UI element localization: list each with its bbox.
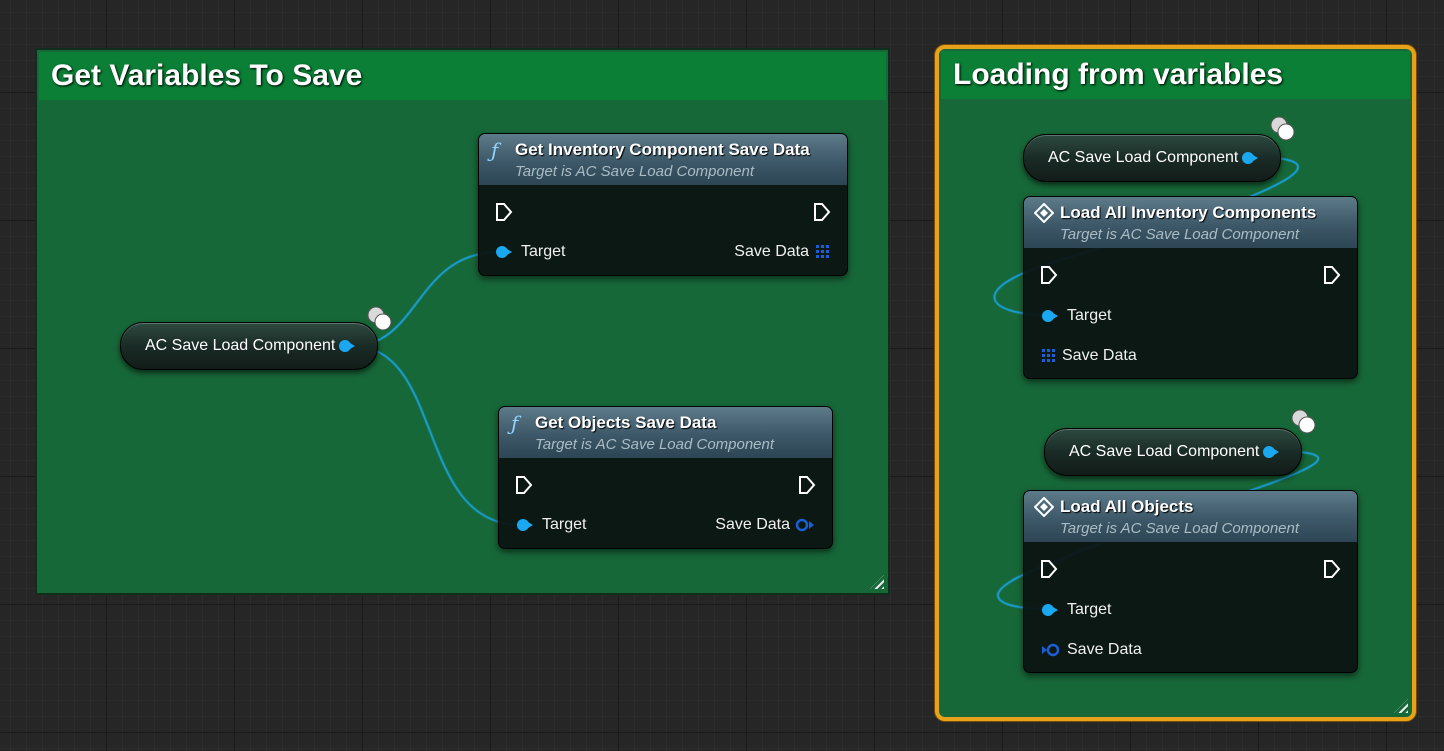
exec-input-pin-icon[interactable] (515, 475, 533, 495)
comment-title[interactable]: Get Variables To Save (39, 52, 886, 100)
node-subtitle: Target is AC Save Load Component (1060, 520, 1300, 537)
exec-input-pin-icon[interactable] (495, 202, 513, 222)
target-pin-icon[interactable] (517, 519, 533, 531)
node-title: Load All Objects (1060, 497, 1194, 516)
object-output-pin-icon[interactable] (1242, 152, 1258, 164)
node-subtitle: Target is AC Save Load Component (515, 163, 755, 180)
replicated-cloud-icon (1291, 409, 1316, 434)
node-title: Get Inventory Component Save Data (515, 140, 810, 159)
ac-save-load-component-variable[interactable]: AC Save Load Component (1044, 428, 1302, 476)
save-data-pin-label: Save Data (734, 243, 809, 260)
exec-output-pin-icon[interactable] (813, 202, 831, 222)
object-output-pin-icon[interactable] (1263, 446, 1279, 458)
node-header[interactable]: Load All Inventory Components Target is … (1024, 197, 1357, 248)
node-header[interactable]: ƒ Get Objects Save Data Target is AC Sav… (499, 407, 832, 458)
node-title: Get Objects Save Data (535, 413, 717, 432)
resize-grip[interactable] (870, 575, 884, 589)
ac-save-load-component-variable[interactable]: AC Save Load Component (1023, 134, 1281, 182)
exec-input-pin-icon[interactable] (1040, 265, 1058, 285)
node-header[interactable]: Load All Objects Target is AC Save Load … (1024, 491, 1357, 542)
node-title: Load All Inventory Components (1060, 203, 1317, 222)
target-pin-icon[interactable] (1042, 604, 1058, 616)
save-data-pin-label: Save Data (1062, 347, 1137, 364)
exec-input-pin-icon[interactable] (1040, 559, 1058, 579)
node-header[interactable]: ƒ Get Inventory Component Save Data Targ… (479, 134, 847, 185)
target-pin-icon[interactable] (1042, 310, 1058, 322)
exec-output-pin-icon[interactable] (1323, 559, 1341, 579)
replicated-cloud-icon (1270, 116, 1295, 141)
resize-grip[interactable] (1394, 699, 1408, 713)
save-data-pin-label: Save Data (715, 516, 790, 533)
replicated-cloud-icon (367, 306, 392, 331)
struct-ring-icon[interactable] (795, 518, 815, 532)
get-inventory-component-save-data-node[interactable]: ƒ Get Inventory Component Save Data Targ… (478, 133, 848, 276)
target-pin-label: Target (1067, 601, 1112, 618)
load-all-inventory-components-node[interactable]: Load All Inventory Components Target is … (1023, 196, 1358, 379)
node-subtitle: Target is AC Save Load Component (1060, 226, 1300, 243)
ac-save-load-component-variable[interactable]: AC Save Load Component (120, 322, 378, 370)
object-output-pin-icon[interactable] (339, 340, 355, 352)
struct-ring-icon[interactable] (1041, 643, 1061, 657)
variable-label: AC Save Load Component (1069, 443, 1260, 460)
exec-output-pin-icon[interactable] (798, 475, 816, 495)
node-subtitle: Target is AC Save Load Component (535, 436, 775, 453)
event-diamond-icon (1034, 203, 1054, 223)
target-pin-label: Target (521, 243, 566, 260)
save-data-pin-label: Save Data (1067, 641, 1142, 658)
function-icon: ƒ (511, 411, 519, 435)
event-diamond-icon (1034, 497, 1054, 517)
array-grid-icon[interactable] (1042, 349, 1056, 363)
array-grid-icon[interactable] (816, 245, 830, 259)
target-pin-label: Target (542, 516, 587, 533)
variable-label: AC Save Load Component (145, 337, 336, 354)
load-all-objects-node[interactable]: Load All Objects Target is AC Save Load … (1023, 490, 1358, 673)
comment-title[interactable]: Loading from variables (941, 51, 1410, 99)
function-icon: ƒ (491, 138, 499, 162)
target-pin-label: Target (1067, 307, 1112, 324)
variable-label: AC Save Load Component (1048, 149, 1239, 166)
get-objects-save-data-node[interactable]: ƒ Get Objects Save Data Target is AC Sav… (498, 406, 833, 549)
exec-output-pin-icon[interactable] (1323, 265, 1341, 285)
target-pin-icon[interactable] (496, 246, 512, 258)
